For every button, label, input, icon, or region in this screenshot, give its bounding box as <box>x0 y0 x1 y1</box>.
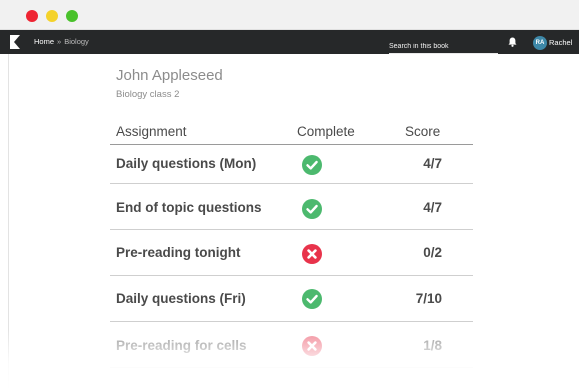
row-divider <box>110 229 473 230</box>
content-left-border <box>8 54 9 390</box>
assignment-name[interactable]: Daily questions (Fri) <box>116 291 246 306</box>
maximize-window-button[interactable] <box>66 10 78 22</box>
assignment-name[interactable]: Pre-reading for cells <box>116 338 247 353</box>
close-window-button[interactable] <box>26 10 38 22</box>
page-subtitle: Biology class 2 <box>116 89 180 100</box>
table-header-divider <box>110 144 473 145</box>
score-value: 0/2 <box>423 245 442 260</box>
user-menu[interactable]: RA Rachel <box>533 34 572 50</box>
check-circle-icon <box>302 155 322 175</box>
check-circle-icon <box>302 289 322 309</box>
assignment-name[interactable]: Daily questions (Mon) <box>116 156 256 171</box>
check-circle-icon <box>302 199 322 219</box>
avatar: RA <box>533 35 547 50</box>
minimize-window-button[interactable] <box>46 10 58 22</box>
bell-icon[interactable] <box>508 37 517 47</box>
row-divider <box>110 321 473 322</box>
breadcrumb-separator: » <box>57 37 62 46</box>
page-title: John Appleseed <box>116 67 223 84</box>
window-title-bar <box>0 0 579 30</box>
score-value: 1/8 <box>423 338 442 353</box>
column-header-score: Score <box>405 124 441 139</box>
x-circle-icon <box>302 244 322 264</box>
row-divider <box>110 275 473 276</box>
score-value: 4/7 <box>423 200 442 215</box>
column-header-assignment: Assignment <box>116 124 187 139</box>
app-header: Home»Biology RARachel <box>0 30 579 54</box>
breadcrumb-current: Biology <box>64 37 89 46</box>
breadcrumb: Home» Biology <box>34 36 89 48</box>
search-input[interactable] <box>389 40 498 54</box>
user-name: Rachel <box>549 38 573 48</box>
row-divider <box>110 183 473 184</box>
brand-logo-icon[interactable] <box>10 35 20 49</box>
search-box <box>389 35 498 54</box>
breadcrumb-home-link[interactable]: Home <box>34 37 54 46</box>
column-header-complete: Complete <box>297 124 355 139</box>
score-value: 4/7 <box>423 156 442 171</box>
row-divider <box>110 367 473 368</box>
assignment-name[interactable]: Pre-reading tonight <box>116 245 241 260</box>
browser-window: Home»Biology RARachel John Appleseed Bio… <box>0 0 579 390</box>
score-value: 7/10 <box>415 291 442 306</box>
x-circle-icon <box>302 336 322 356</box>
scroll-fade-overlay <box>0 330 579 390</box>
assignment-name[interactable]: End of topic questions <box>116 200 262 215</box>
